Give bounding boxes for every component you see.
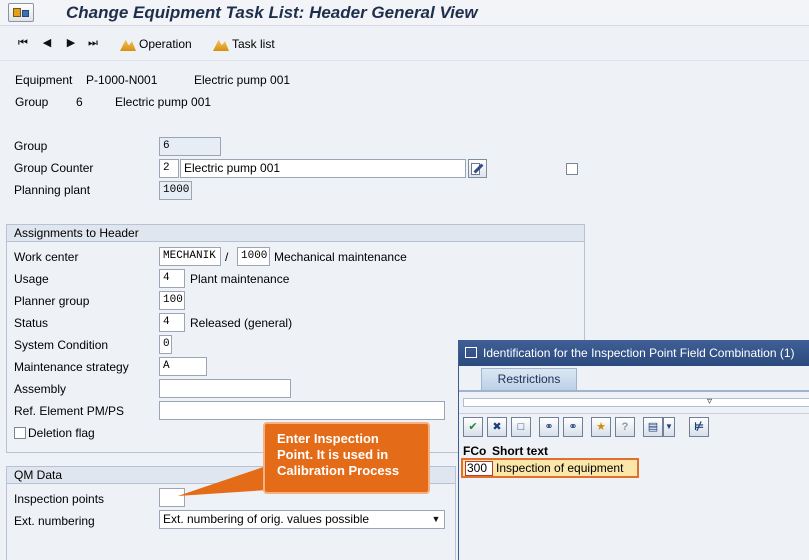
callout-line-1: Enter Inspection (277, 431, 379, 446)
work-center-plant-field[interactable]: 1000 (237, 247, 270, 266)
task-list-button-label: Task list (232, 37, 275, 51)
operation-icon (120, 39, 136, 51)
group-field: 6 (159, 137, 221, 156)
scroll-arrow-icon[interactable]: ▿ (707, 396, 712, 407)
ref-element-field[interactable] (159, 401, 445, 420)
equipment-value: P-1000-N001 (86, 73, 158, 87)
ext-numbering-select[interactable]: Ext. numbering of orig. values possible (159, 510, 445, 529)
deletion-flag-checkbox[interactable] (14, 427, 26, 439)
group-header-description: Electric pump 001 (115, 95, 212, 109)
status-field[interactable]: 4 (159, 313, 185, 332)
new-document-icon[interactable]: □ (511, 417, 531, 437)
popup-title-bar: Identification for the Inspection Point … (459, 340, 809, 366)
ref-element-label: Ref. Element PM/PS (14, 404, 125, 418)
popup-title: Identification for the Inspection Point … (483, 346, 795, 360)
usage-label: Usage (14, 272, 49, 286)
assignments-section-title: Assignments to Header (7, 225, 584, 242)
row-fco-value[interactable]: 300 (465, 461, 493, 476)
inspection-points-label: Inspection points (14, 492, 105, 506)
work-center-field[interactable]: MECHANIK (159, 247, 221, 266)
group-counter-field[interactable]: 2 (159, 159, 179, 178)
confirm-check-icon[interactable]: ✔ (463, 417, 483, 437)
group-counter-text-field[interactable]: Electric pump 001 (180, 159, 466, 178)
long-text-edit-icon[interactable] (468, 159, 487, 178)
assembly-field[interactable] (159, 379, 291, 398)
popup-toolbar: ✔ ✖ □ ⚭ ⚭ ★ ? ▤ ▼ ⊭ (459, 413, 809, 439)
operation-button-label: Operation (139, 37, 192, 51)
tab-restrictions[interactable]: Restrictions (481, 368, 577, 390)
long-text-exists-checkbox[interactable] (566, 163, 578, 175)
task-list-icon (213, 39, 229, 51)
group-header-label: Group (15, 95, 49, 109)
status-description: Released (general) (190, 316, 293, 330)
system-condition-field[interactable]: 0 (159, 335, 172, 354)
help-icon[interactable]: ? (615, 417, 635, 437)
usage-field[interactable]: 4 (159, 269, 185, 288)
operation-button[interactable]: Operation (120, 35, 192, 53)
restrictions-scrollbar[interactable] (463, 398, 809, 407)
system-condition-label: System Condition (14, 338, 109, 352)
status-label: Status (14, 316, 49, 330)
deletion-flag-label: Deletion flag (28, 426, 95, 440)
instruction-callout: Enter Inspection Point. It is used in Ca… (263, 422, 430, 494)
title-bar: Change Equipment Task List: Header Gener… (0, 0, 809, 26)
group-counter-label: Group Counter (14, 161, 94, 175)
equipment-description: Electric pump 001 (194, 73, 291, 87)
previous-page-icon[interactable]: ◀ (40, 36, 54, 50)
hierarchy-icon[interactable]: ⊭ (689, 417, 709, 437)
group-header-value: 6 (76, 95, 83, 109)
last-page-icon[interactable]: ⏭ (86, 36, 100, 50)
callout-line-3: Calibration Process (277, 463, 400, 478)
print-icon[interactable]: ▤ (643, 417, 663, 437)
planner-group-label: Planner group (14, 294, 90, 308)
cancel-x-icon[interactable]: ✖ (487, 417, 507, 437)
find-binoculars-icon[interactable]: ⚭ (539, 417, 559, 437)
planner-group-field[interactable]: 100 (159, 291, 185, 310)
page-title: Change Equipment Task List: Header Gener… (66, 3, 478, 22)
column-header-short-text: Short text (492, 444, 549, 458)
chevron-down-icon[interactable]: ▼ (429, 511, 443, 528)
ext-numbering-value: Ext. numbering of orig. values possible (163, 512, 370, 526)
task-list-button[interactable]: Task list (213, 35, 275, 53)
next-page-icon[interactable]: ▶ (64, 36, 78, 50)
create-star-icon[interactable]: ★ (591, 417, 611, 437)
maintenance-strategy-label: Maintenance strategy (14, 360, 129, 374)
callout-line-2: Point. It is used in (277, 447, 389, 462)
ext-numbering-label: Ext. numbering (14, 514, 95, 528)
print-dropdown-icon[interactable]: ▼ (663, 417, 675, 437)
application-toolbar: ⏮ ◀ ▶ ⏭ Operation Task list (0, 27, 809, 61)
tab-strip-divider (459, 390, 809, 392)
find-next-icon[interactable]: ⚭ (563, 417, 583, 437)
maintenance-strategy-field[interactable]: A (159, 357, 207, 376)
column-header-fco: FCo (463, 444, 487, 458)
planning-plant-label: Planning plant (14, 183, 91, 197)
equipment-label: Equipment (15, 73, 73, 87)
work-center-separator: / (225, 250, 229, 264)
planning-plant-field: 1000 (159, 181, 192, 200)
transaction-menu-icon[interactable] (8, 3, 34, 22)
tab-restrictions-label: Restrictions (497, 372, 561, 386)
assembly-label: Assembly (14, 382, 67, 396)
first-page-icon[interactable]: ⏮ (16, 36, 30, 50)
popup-window-icon (465, 347, 477, 358)
work-center-label: Work center (14, 250, 79, 264)
inspection-point-popup: Identification for the Inspection Point … (458, 340, 809, 560)
usage-description: Plant maintenance (190, 272, 290, 286)
table-row[interactable]: 300 Inspection of equipment (461, 458, 639, 478)
row-short-text: Inspection of equipment (496, 461, 624, 475)
group-label: Group (14, 139, 48, 153)
work-center-description: Mechanical maintenance (274, 250, 407, 264)
